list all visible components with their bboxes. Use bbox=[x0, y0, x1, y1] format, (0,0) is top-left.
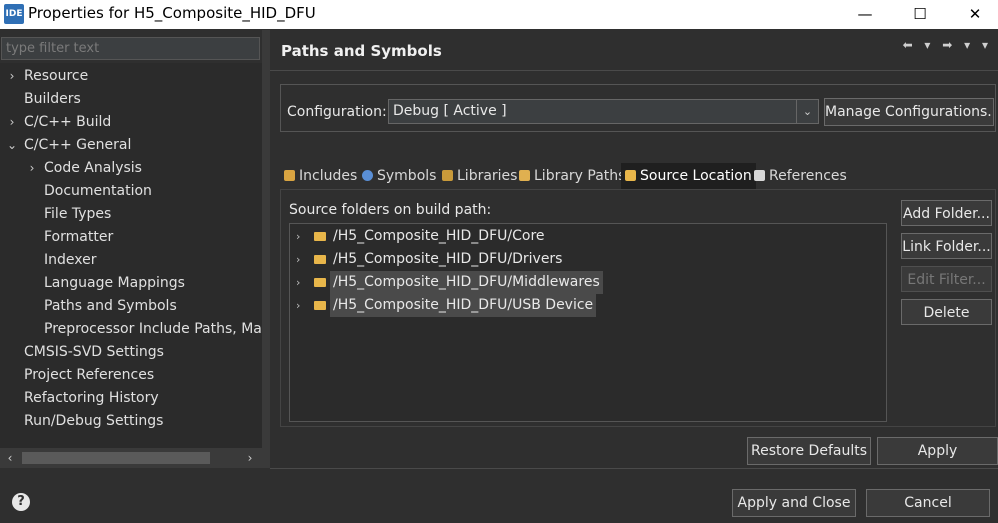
delete-button[interactable]: Delete bbox=[901, 299, 992, 325]
tab-libraries[interactable]: Libraries bbox=[442, 163, 517, 189]
tree-item-label: C/C++ Build bbox=[24, 114, 112, 130]
page-title: Paths and Symbols bbox=[281, 42, 442, 60]
cancel-button[interactable]: Cancel bbox=[866, 489, 990, 517]
tree-item-label: Resource bbox=[24, 68, 89, 84]
tab-label: Symbols bbox=[377, 168, 437, 184]
chevron-down-icon[interactable]: ⌄ bbox=[5, 134, 19, 157]
tree-item-label: Code Analysis bbox=[44, 160, 142, 176]
tab-bar: Includes Symbols Libraries Library Paths… bbox=[280, 163, 996, 189]
tree-item-label: Indexer bbox=[44, 252, 97, 268]
title-bar: IDE Properties for H5_Composite_HID_DFU … bbox=[0, 0, 998, 29]
tree-item-label: Language Mappings bbox=[44, 275, 185, 291]
tab-source-location[interactable]: Source Location bbox=[621, 163, 756, 189]
tree-item-label: Project References bbox=[24, 367, 155, 383]
history-nav-icons[interactable]: ⬅ ▾ ➡ ▾ ▾ bbox=[903, 38, 992, 52]
divider bbox=[270, 468, 998, 469]
help-icon[interactable]: ? bbox=[12, 493, 30, 511]
edit-filter-button[interactable]: Edit Filter... bbox=[901, 266, 992, 292]
chevron-right-icon[interactable]: › bbox=[296, 248, 300, 271]
divider bbox=[270, 70, 998, 71]
tree-item-label: Formatter bbox=[44, 229, 114, 245]
maximize-button[interactable]: ☐ bbox=[897, 0, 943, 29]
tree-item-label: File Types bbox=[44, 206, 112, 222]
tab-label: Library Paths bbox=[534, 168, 626, 184]
close-button[interactable]: ✕ bbox=[952, 0, 998, 29]
apply-and-close-button[interactable]: Apply and Close bbox=[732, 489, 856, 517]
panel-splitter[interactable] bbox=[262, 30, 270, 468]
chevron-down-icon[interactable]: ⌄ bbox=[796, 100, 818, 123]
tree-item-label: Refactoring History bbox=[24, 390, 159, 406]
configuration-value: Debug [ Active ] bbox=[393, 103, 507, 119]
libraries-icon bbox=[442, 170, 453, 181]
scroll-left-icon[interactable]: ‹ bbox=[0, 448, 20, 468]
tree-item-label: C/C++ General bbox=[24, 137, 132, 153]
add-folder-button[interactable]: Add Folder... bbox=[901, 200, 992, 226]
tab-references[interactable]: References bbox=[754, 163, 847, 189]
tree-item-label: Builders bbox=[24, 91, 81, 107]
folder-icon bbox=[314, 255, 326, 264]
tree-item-label: Run/Debug Settings bbox=[24, 413, 164, 429]
folder-icon bbox=[314, 278, 326, 287]
tree-item-label: Preprocessor Include Paths, Macro bbox=[44, 321, 262, 337]
window-title: Properties for H5_Composite_HID_DFU bbox=[28, 4, 316, 22]
tab-library-paths[interactable]: Library Paths bbox=[519, 163, 625, 189]
folder-path: /H5_Composite_HID_DFU/USB Device bbox=[330, 294, 597, 317]
horizontal-scrollbar[interactable]: ‹ › bbox=[0, 448, 262, 468]
tree-item-label: Paths and Symbols bbox=[44, 298, 177, 314]
references-icon bbox=[754, 170, 765, 181]
symbols-icon bbox=[362, 170, 373, 181]
folder-path: /H5_Composite_HID_DFU/Drivers bbox=[333, 251, 563, 267]
link-folder-button[interactable]: Link Folder... bbox=[901, 233, 992, 259]
folder-icon bbox=[519, 170, 530, 181]
chevron-right-icon[interactable]: › bbox=[296, 225, 300, 248]
tree-item-label: CMSIS-SVD Settings bbox=[24, 344, 164, 360]
tab-label: Includes bbox=[299, 168, 358, 184]
folder-icon bbox=[625, 170, 636, 181]
chevron-right-icon[interactable]: › bbox=[296, 271, 300, 294]
property-tree: › Resource Builders › C/C++ Build ⌄ C/C+… bbox=[0, 63, 262, 448]
chevron-right-icon[interactable]: › bbox=[5, 111, 19, 134]
chevron-right-icon[interactable]: › bbox=[296, 294, 300, 317]
minimize-button[interactable]: — bbox=[842, 0, 888, 29]
tab-label: Libraries bbox=[457, 168, 518, 184]
tab-includes[interactable]: Includes bbox=[284, 163, 357, 189]
tab-label: References bbox=[769, 168, 847, 184]
configuration-label: Configuration: bbox=[287, 104, 387, 120]
source-folders-label: Source folders on build path: bbox=[289, 202, 492, 218]
chevron-right-icon[interactable]: › bbox=[5, 65, 19, 88]
tab-symbols[interactable]: Symbols bbox=[362, 163, 436, 189]
includes-icon bbox=[284, 170, 295, 181]
filter-input[interactable] bbox=[1, 37, 260, 60]
restore-defaults-button[interactable]: Restore Defaults bbox=[747, 437, 871, 465]
chevron-right-icon[interactable]: › bbox=[25, 157, 39, 180]
tree-item-label: Documentation bbox=[44, 183, 152, 199]
folder-path: /H5_Composite_HID_DFU/Middlewares bbox=[330, 271, 603, 294]
source-folders-list[interactable]: › /H5_Composite_HID_DFU/Core › /H5_Compo… bbox=[289, 223, 887, 422]
configuration-select[interactable]: Debug [ Active ] ⌄ bbox=[388, 99, 819, 124]
tab-label: Source Location bbox=[640, 168, 752, 184]
folder-icon bbox=[314, 232, 326, 241]
manage-configurations-button[interactable]: Manage Configurations... bbox=[824, 98, 994, 126]
properties-page: Paths and Symbols ⬅ ▾ ➡ ▾ ▾ Configuratio… bbox=[270, 30, 998, 470]
folder-icon bbox=[314, 301, 326, 310]
apply-button[interactable]: Apply bbox=[877, 437, 998, 465]
ide-app-icon: IDE bbox=[4, 4, 24, 24]
folder-path: /H5_Composite_HID_DFU/Core bbox=[333, 228, 545, 244]
scrollbar-thumb[interactable] bbox=[22, 452, 210, 464]
scroll-right-icon[interactable]: › bbox=[240, 448, 260, 468]
